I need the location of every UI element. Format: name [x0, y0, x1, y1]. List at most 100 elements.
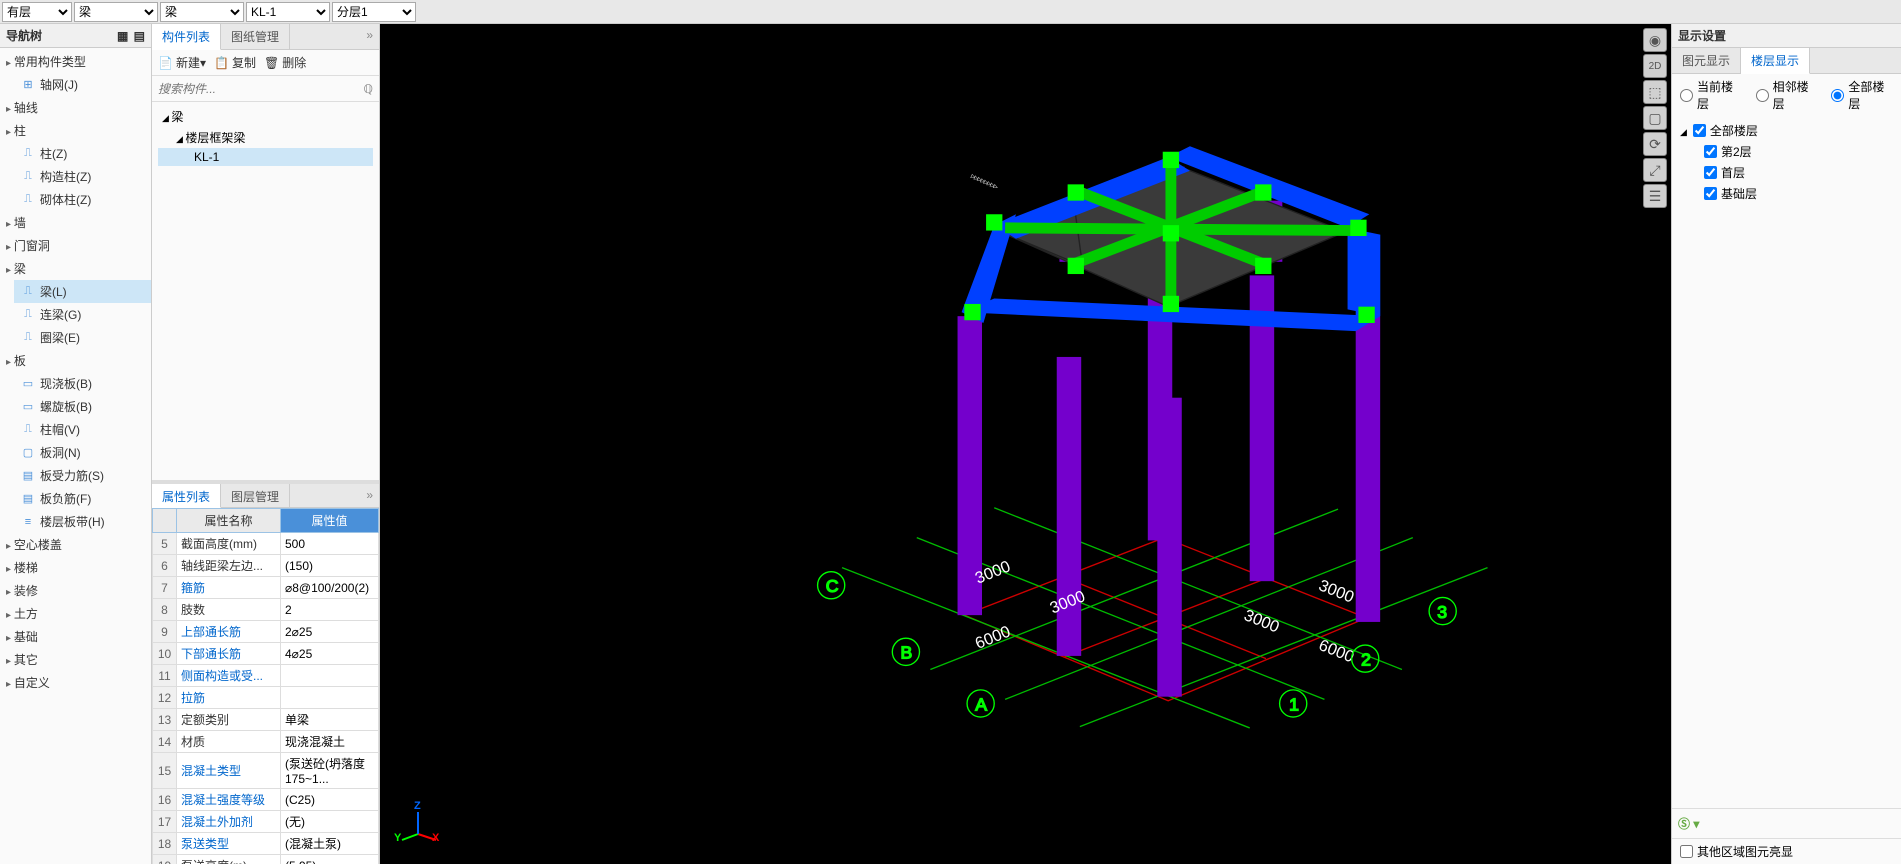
- view-fit-icon[interactable]: ⤢: [1643, 158, 1667, 182]
- property-row[interactable]: 12拉筋: [153, 687, 379, 709]
- dropdown-category2[interactable]: 梁: [160, 2, 244, 22]
- nav-item[interactable]: ⎍圈梁(E): [14, 326, 151, 349]
- nav-item[interactable]: ⎍柱帽(V): [14, 418, 151, 441]
- nav-group[interactable]: 柱: [0, 119, 151, 142]
- prop-value[interactable]: ⌀8@100/200(2): [281, 577, 379, 599]
- dropdown-category1[interactable]: 梁: [74, 2, 158, 22]
- tree-item-kl1[interactable]: KL-1: [158, 148, 373, 166]
- property-row[interactable]: 9上部通长筋2⌀25: [153, 621, 379, 643]
- floor-tree-item[interactable]: 首层: [1680, 162, 1893, 183]
- view-side-icon[interactable]: ▢: [1643, 106, 1667, 130]
- dropdown-component[interactable]: KL-1: [246, 2, 330, 22]
- property-row[interactable]: 11侧面构造或受...: [153, 665, 379, 687]
- nav-item[interactable]: ▭螺旋板(B): [14, 395, 151, 418]
- property-row[interactable]: 7箍筋⌀8@100/200(2): [153, 577, 379, 599]
- 3d-viewport[interactable]: 3000 3000 6000 3000 3000 6000 C B A 3 2 …: [380, 24, 1671, 864]
- nav-group[interactable]: 空心楼盖: [0, 533, 151, 556]
- dropdown-sublayer[interactable]: 分层1: [332, 2, 416, 22]
- svg-text:A: A: [975, 694, 987, 714]
- nav-item[interactable]: ⊞轴网(J): [14, 73, 151, 96]
- prop-value[interactable]: (无): [281, 811, 379, 833]
- floor-tree-item[interactable]: 第2层: [1680, 141, 1893, 162]
- view-2d-icon[interactable]: 2D: [1643, 54, 1667, 78]
- nav-item[interactable]: ⎍柱(Z): [14, 142, 151, 165]
- view-grid-icon[interactable]: ▤: [134, 29, 145, 43]
- property-row[interactable]: 6轴线距梁左边...(150): [153, 555, 379, 577]
- radio-neighbor-floor[interactable]: 相邻楼层: [1756, 78, 1818, 112]
- nav-group[interactable]: 门窗洞: [0, 234, 151, 257]
- nav-item[interactable]: ⎍构造柱(Z): [14, 165, 151, 188]
- new-button[interactable]: 📄新建 ▾: [158, 54, 206, 71]
- tab-drawing-mgmt[interactable]: 图纸管理: [221, 24, 290, 49]
- property-row[interactable]: 16混凝土强度等级(C25): [153, 789, 379, 811]
- nav-group[interactable]: 轴线: [0, 96, 151, 119]
- nav-item[interactable]: ▤板受力筋(S): [14, 464, 151, 487]
- axis-gizmo[interactable]: X Y Z: [398, 806, 438, 846]
- nav-item[interactable]: ⎍连梁(G): [14, 303, 151, 326]
- nav-item[interactable]: ▭现浇板(B): [14, 372, 151, 395]
- floor-tree-root[interactable]: 全部楼层: [1680, 120, 1893, 141]
- prop-value[interactable]: [281, 665, 379, 687]
- tab-element-display[interactable]: 图元显示: [1672, 48, 1741, 73]
- prop-value[interactable]: (泵送砼(坍落度175~1...: [281, 753, 379, 789]
- prop-value[interactable]: (5.95): [281, 855, 379, 864]
- property-row[interactable]: 14材质现浇混凝土: [153, 731, 379, 753]
- nav-item[interactable]: ⎍砌体柱(Z): [14, 188, 151, 211]
- nav-group[interactable]: 楼梯: [0, 556, 151, 579]
- view-iso-icon[interactable]: ⬚: [1643, 80, 1667, 104]
- property-row[interactable]: 13定额类别单梁: [153, 709, 379, 731]
- prop-value[interactable]: 现浇混凝土: [281, 731, 379, 753]
- prop-value[interactable]: [281, 687, 379, 709]
- property-row[interactable]: 8肢数2: [153, 599, 379, 621]
- nav-item[interactable]: ▢板洞(N): [14, 441, 151, 464]
- nav-group[interactable]: 梁: [0, 257, 151, 280]
- prop-value[interactable]: (150): [281, 555, 379, 577]
- nav-group[interactable]: 常用构件类型: [0, 50, 151, 73]
- prop-value[interactable]: (混凝土泵): [281, 833, 379, 855]
- tree-group[interactable]: 楼层框架梁: [158, 127, 373, 148]
- prop-value[interactable]: 500: [281, 533, 379, 555]
- nav-group[interactable]: 基础: [0, 625, 151, 648]
- radio-all-floor[interactable]: 全部楼层: [1831, 78, 1893, 112]
- delete-button[interactable]: 🗑删除: [264, 54, 306, 71]
- prop-value[interactable]: 2⌀25: [281, 621, 379, 643]
- search-help-icon[interactable]: ℚ: [364, 82, 373, 96]
- radio-current-floor[interactable]: 当前楼层: [1680, 78, 1742, 112]
- property-row[interactable]: 15混凝土类型(泵送砼(坍落度175~1...: [153, 753, 379, 789]
- search-input[interactable]: [158, 82, 364, 96]
- status-icon[interactable]: Ⓢ ▾: [1678, 815, 1699, 832]
- view-settings-icon[interactable]: ☰: [1643, 184, 1667, 208]
- view-globe-icon[interactable]: ◉: [1643, 28, 1667, 52]
- checkbox-highlight-others[interactable]: 其他区域图元亮显: [1680, 843, 1793, 860]
- panel-collapse-icon[interactable]: »: [360, 24, 379, 49]
- nav-group[interactable]: 其它: [0, 648, 151, 671]
- tab-floor-display[interactable]: 楼层显示: [1741, 48, 1810, 74]
- nav-group[interactable]: 装修: [0, 579, 151, 602]
- property-row[interactable]: 5截面高度(mm)500: [153, 533, 379, 555]
- nav-group[interactable]: 墙: [0, 211, 151, 234]
- tree-root[interactable]: 梁: [158, 106, 373, 127]
- nav-group[interactable]: 自定义: [0, 671, 151, 694]
- view-list-icon[interactable]: ▦: [117, 29, 128, 43]
- dropdown-layer[interactable]: 有层: [2, 2, 72, 22]
- prop-value[interactable]: (C25): [281, 789, 379, 811]
- nav-item[interactable]: ⎍梁(L): [14, 280, 151, 303]
- tab-layer-mgmt[interactable]: 图层管理: [221, 484, 290, 507]
- prop-collapse-icon[interactable]: »: [360, 484, 379, 507]
- property-row[interactable]: 18泵送类型(混凝土泵): [153, 833, 379, 855]
- prop-value[interactable]: 单梁: [281, 709, 379, 731]
- nav-group[interactable]: 土方: [0, 602, 151, 625]
- property-row[interactable]: 19泵送高度(m)(5.95): [153, 855, 379, 864]
- view-rotate-icon[interactable]: ⟳: [1643, 132, 1667, 156]
- tab-properties[interactable]: 属性列表: [152, 484, 221, 508]
- tab-component-list[interactable]: 构件列表: [152, 24, 221, 50]
- nav-group[interactable]: 板: [0, 349, 151, 372]
- prop-value[interactable]: 4⌀25: [281, 643, 379, 665]
- prop-value[interactable]: 2: [281, 599, 379, 621]
- floor-tree-item[interactable]: 基础层: [1680, 183, 1893, 204]
- copy-button[interactable]: 📋复制: [214, 54, 256, 71]
- nav-item[interactable]: ≡楼层板带(H): [14, 510, 151, 533]
- property-row[interactable]: 17混凝土外加剂(无): [153, 811, 379, 833]
- property-row[interactable]: 10下部通长筋4⌀25: [153, 643, 379, 665]
- nav-item[interactable]: ▤板负筋(F): [14, 487, 151, 510]
